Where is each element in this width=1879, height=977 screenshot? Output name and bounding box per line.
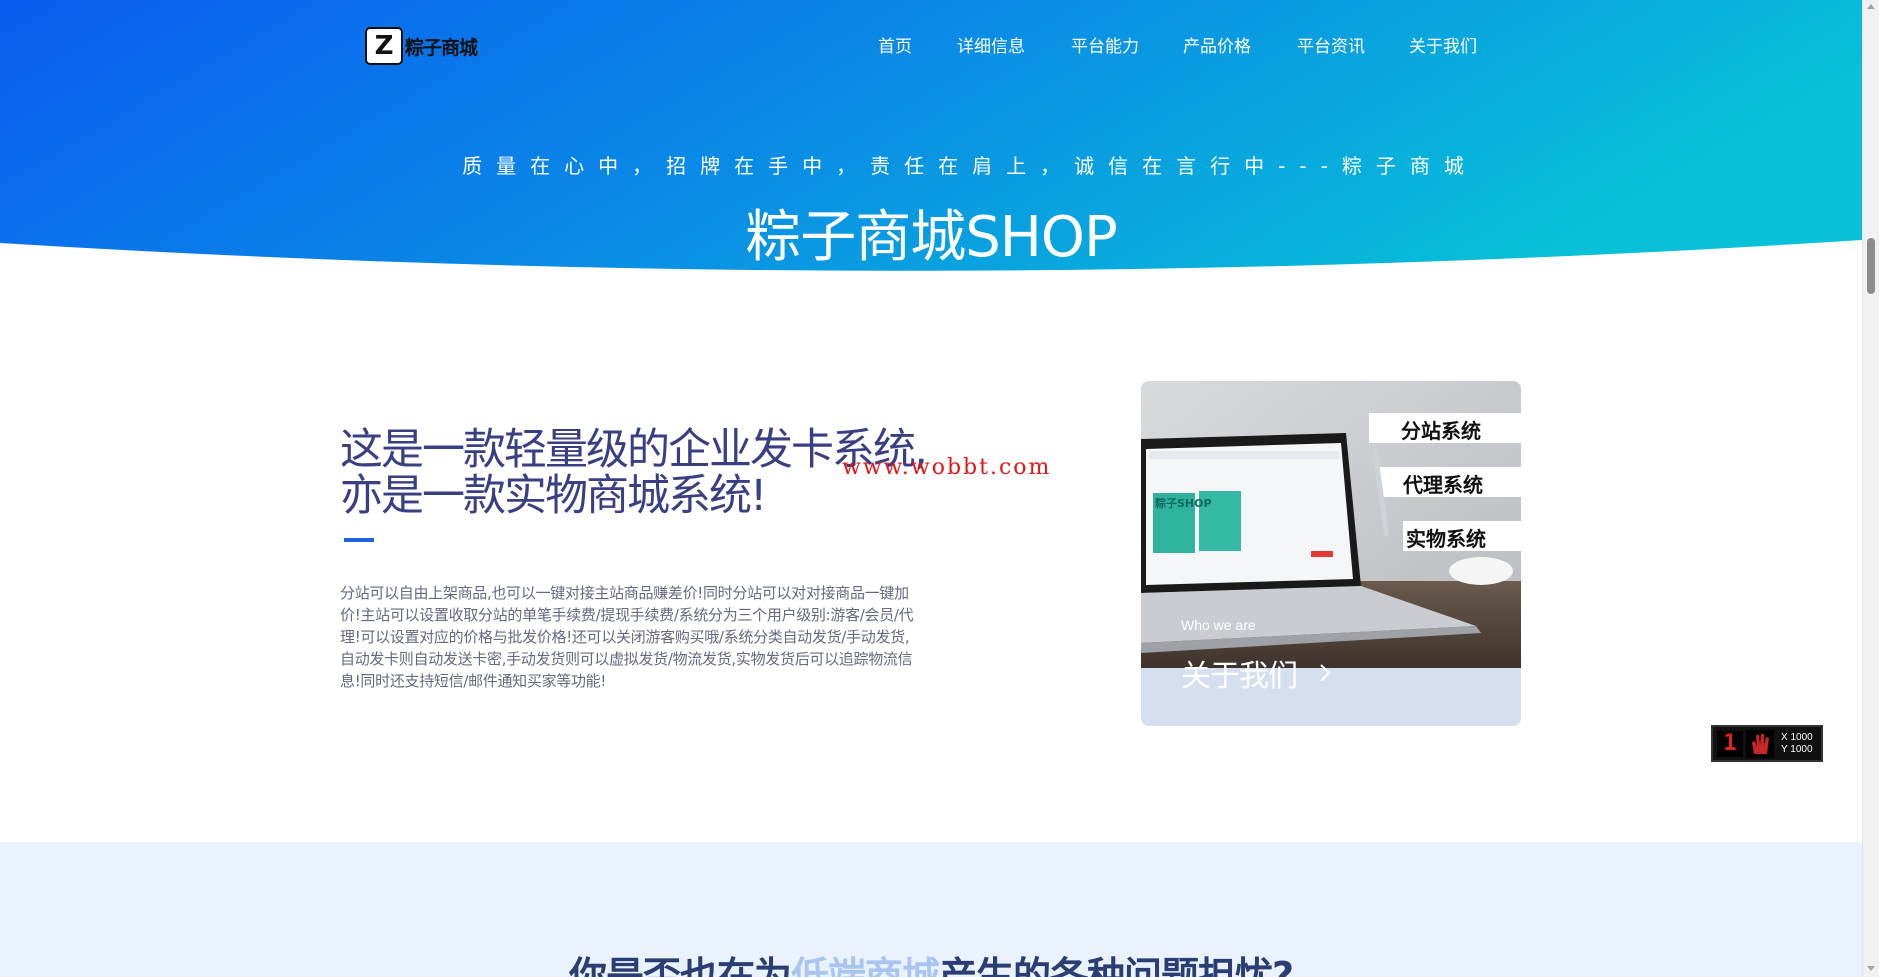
- nav-capabilities[interactable]: 平台能力: [1071, 32, 1139, 57]
- nav-home[interactable]: 首页: [878, 32, 912, 57]
- problems-section: 你是否也在为低端商城产生的各种问题担忧?: [0, 842, 1862, 977]
- page-viewport: Z 粽子商城 首页 详细信息 平台能力 产品价格 平台资讯 关于我们 质量在心中…: [0, 0, 1862, 977]
- nav-pricing[interactable]: 产品价格: [1183, 32, 1251, 57]
- screen-logo: 粽子SHOP: [1155, 497, 1212, 510]
- counter-digit: 1: [1717, 730, 1743, 757]
- about-us-link[interactable]: 关于我们: [1181, 651, 1331, 695]
- visitor-counter: 1 X 1000 Y 1000: [1711, 725, 1823, 762]
- counter-x: X 1000: [1781, 731, 1813, 743]
- about-card[interactable]: 粽子SHOP 分站系统 代理系统 实物系统 Who we are 关于我们: [1141, 381, 1521, 726]
- problems-title-highlight: 低端商城: [790, 954, 940, 977]
- counter-y: Y 1000: [1781, 743, 1813, 755]
- problems-title-after: 产生的各种问题担忧?: [938, 954, 1294, 977]
- nav-details[interactable]: 详细信息: [957, 32, 1025, 57]
- hand-icon: [1746, 729, 1774, 758]
- scrollbar-thumb[interactable]: [1867, 238, 1875, 294]
- hero-title: 粽子商城SHOP: [745, 205, 1118, 270]
- chevron-right-icon: [1320, 664, 1331, 682]
- card-label-agent: 代理系统: [1403, 473, 1483, 497]
- hero-slogan: 质量在心中，招牌在手中，责任在肩上，诚信在言行中---粽子商城: [462, 154, 1478, 178]
- accent-bar: [344, 538, 374, 542]
- card-label-physical: 实物系统: [1406, 527, 1486, 551]
- intro-description: 分站可以自由上架商品,也可以一键对接主站商品赚差价!同时分站可以对对接商品一键加…: [340, 584, 914, 690]
- problems-title: 你是否也在为低端商城产生的各种问题担忧?: [0, 945, 1862, 977]
- card-label-substation: 分站系统: [1401, 419, 1481, 443]
- site-logo[interactable]: Z 粽子商城: [365, 27, 478, 65]
- problems-title-before: 你是否也在为: [568, 954, 792, 977]
- scroll-up-icon[interactable]: [1867, 4, 1875, 9]
- card-title-text: 关于我们: [1181, 659, 1298, 694]
- scroll-down-icon[interactable]: [1867, 966, 1875, 971]
- nav-about[interactable]: 关于我们: [1409, 32, 1477, 57]
- card-subtitle: Who we are: [1181, 617, 1256, 633]
- counter-coords: X 1000 Y 1000: [1781, 732, 1813, 756]
- logo-mark: Z: [365, 27, 403, 65]
- page-scrollbar[interactable]: [1862, 0, 1879, 977]
- logo-text: 粽子商城: [405, 36, 478, 59]
- nav-news[interactable]: 平台资讯: [1297, 32, 1365, 57]
- watermark-url: www.wobbt.com: [842, 455, 1052, 480]
- hero-banner: Z 粽子商城 首页 详细信息 平台能力 产品价格 平台资讯 关于我们 质量在心中…: [0, 0, 1862, 275]
